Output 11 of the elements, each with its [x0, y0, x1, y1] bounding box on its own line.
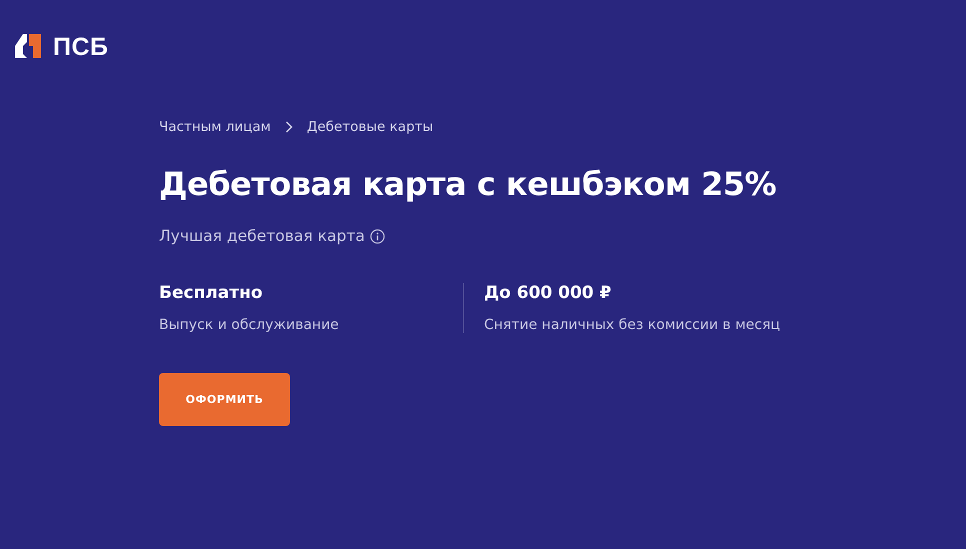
feature-caption: Снятие наличных без комиссии в месяц: [484, 317, 780, 333]
feature-value: Бесплатно: [159, 283, 264, 303]
page-title: Дебетовая карта с кешбэком 25%: [159, 165, 778, 203]
feature-value: До 600 000 ₽: [484, 283, 612, 303]
breadcrumb-link[interactable]: Дебетовые карты: [306, 119, 434, 135]
subtitle: Лучшая дебетовая карта: [159, 227, 365, 245]
logo-text: ПСБ: [53, 32, 108, 62]
feature-caption: Выпуск и обслуживание: [159, 317, 340, 333]
info-icon[interactable]: [370, 228, 385, 244]
breadcrumb-link[interactable]: Частным лицам: [159, 119, 271, 135]
chevron-right-icon: [284, 121, 293, 133]
